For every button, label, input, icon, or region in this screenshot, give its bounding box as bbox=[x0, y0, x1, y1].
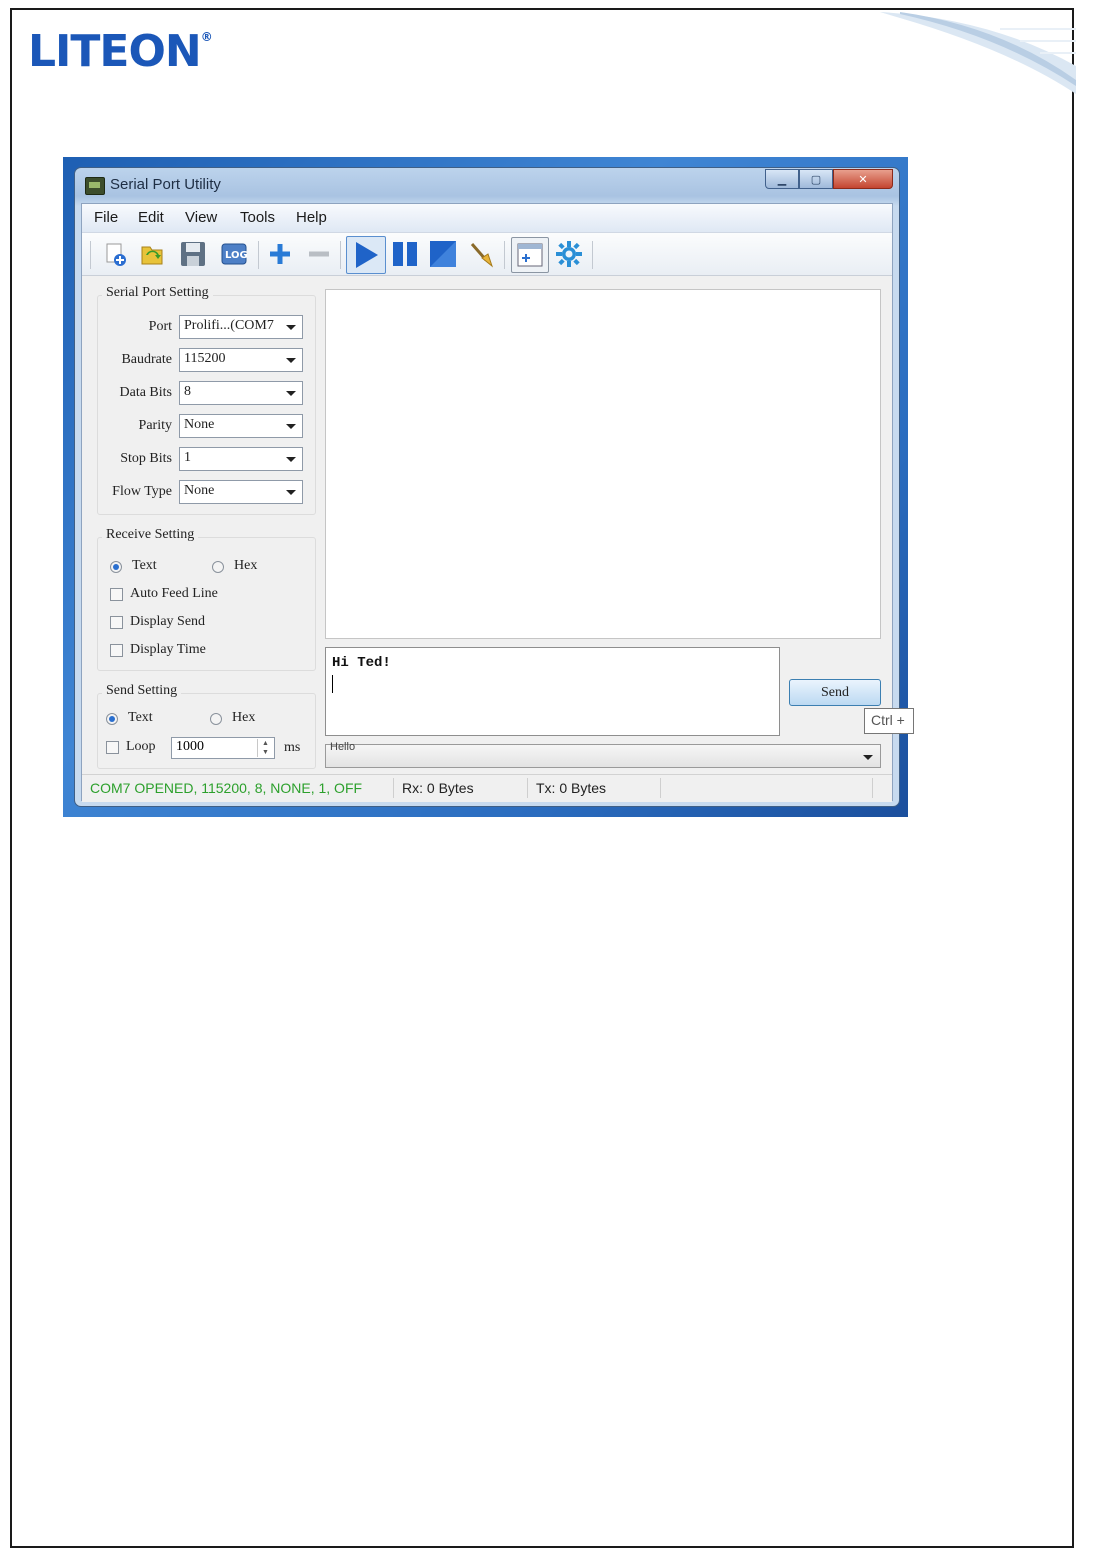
send-data-text: Hi Ted! bbox=[332, 655, 391, 671]
window-icon[interactable] bbox=[511, 237, 549, 273]
menu-file[interactable]: File bbox=[94, 209, 118, 226]
status-separator bbox=[872, 778, 873, 798]
loop-checkbox[interactable] bbox=[106, 741, 119, 754]
port-status-text: COM7 OPENED, 115200, 8, NONE, 1, OFF bbox=[90, 780, 363, 796]
baudrate-label: Baudrate bbox=[121, 352, 172, 367]
send-shortcut-tooltip: Ctrl + bbox=[864, 708, 914, 734]
send-history-value: Hello bbox=[330, 741, 356, 753]
rx-count-text: Rx: 0 Bytes bbox=[402, 780, 474, 796]
send-setting-title: Send Setting bbox=[102, 683, 182, 699]
flow-type-label: Flow Type bbox=[112, 484, 172, 499]
text-caret bbox=[332, 675, 333, 693]
menu-help[interactable]: Help bbox=[296, 209, 327, 226]
receive-hex-label: Hex bbox=[234, 558, 258, 573]
svg-text:LOG: LOG bbox=[225, 250, 248, 261]
liteon-logo: LITEON® bbox=[28, 26, 213, 77]
minimize-button[interactable]: ▁ bbox=[765, 169, 799, 189]
display-time-checkbox[interactable] bbox=[110, 644, 123, 657]
parity-select[interactable]: None bbox=[179, 414, 303, 438]
display-send-checkbox[interactable] bbox=[110, 616, 123, 629]
status-separator bbox=[393, 778, 394, 798]
chevron-down-icon bbox=[286, 325, 296, 330]
status-separator bbox=[527, 778, 528, 798]
chevron-down-icon bbox=[863, 755, 873, 760]
send-button[interactable]: Send bbox=[789, 679, 881, 706]
send-text-radio[interactable] bbox=[106, 713, 118, 725]
app-icon bbox=[85, 177, 105, 195]
save-icon[interactable] bbox=[178, 239, 208, 269]
receive-hex-radio[interactable] bbox=[212, 561, 224, 573]
send-text-label: Text bbox=[128, 710, 153, 725]
chevron-down-icon bbox=[286, 358, 296, 363]
stop-bits-select[interactable]: 1 bbox=[179, 447, 303, 471]
send-history-select[interactable]: Hello bbox=[325, 741, 881, 768]
new-icon[interactable] bbox=[100, 239, 130, 269]
display-send-label: Display Send bbox=[130, 614, 206, 629]
remove-icon[interactable] bbox=[304, 239, 334, 269]
toolbar-separator bbox=[258, 241, 259, 269]
port-label: Port bbox=[148, 319, 172, 334]
maximize-button[interactable]: ▢ bbox=[799, 169, 833, 189]
pause-icon[interactable] bbox=[390, 239, 420, 269]
clear-icon[interactable] bbox=[467, 239, 497, 269]
header-swoosh-decoration bbox=[880, 12, 1076, 94]
send-hex-label: Hex bbox=[232, 710, 256, 725]
stop-bits-label: Stop Bits bbox=[120, 451, 172, 466]
chevron-down-icon bbox=[286, 490, 296, 495]
receive-setting-title: Receive Setting bbox=[102, 527, 199, 543]
parity-label: Parity bbox=[138, 418, 172, 433]
window-title: Serial Port Utility bbox=[110, 176, 221, 193]
toolbar-separator bbox=[340, 241, 341, 269]
send-data-input[interactable]: Hi Ted! bbox=[325, 647, 780, 736]
title-bar[interactable]: Serial Port Utility ▁ ▢ ✕ bbox=[75, 168, 899, 202]
loop-label: Loop bbox=[126, 739, 156, 754]
tx-count-text: Tx: 0 Bytes bbox=[536, 780, 607, 796]
toolbar-separator bbox=[504, 241, 505, 269]
client-area: File Edit View Tools Help LOG Serial Por… bbox=[81, 203, 914, 802]
log-icon[interactable]: LOG bbox=[219, 239, 249, 269]
receive-text-radio[interactable] bbox=[110, 561, 122, 573]
toolbar: LOG bbox=[82, 233, 892, 276]
port-select[interactable]: Prolifi...(COM7 bbox=[179, 315, 303, 339]
menu-bar: File Edit View Tools Help bbox=[82, 204, 892, 233]
status-separator bbox=[660, 778, 661, 798]
status-bar: COM7 OPENED, 115200, 8, NONE, 1, OFF Rx:… bbox=[82, 774, 892, 802]
menu-view[interactable]: View bbox=[185, 209, 217, 226]
spinner-arrows-icon[interactable]: ▲ ▼ bbox=[257, 739, 273, 757]
auto-feed-line-checkbox[interactable] bbox=[110, 588, 123, 601]
send-hex-radio[interactable] bbox=[210, 713, 222, 725]
loop-interval-input[interactable]: 1000 ▲ ▼ bbox=[171, 737, 275, 759]
loop-unit-label: ms bbox=[284, 740, 301, 755]
data-bits-label: Data Bits bbox=[119, 385, 173, 400]
settings-icon[interactable] bbox=[554, 239, 584, 269]
data-bits-select[interactable]: 8 bbox=[179, 381, 303, 405]
app-window: Serial Port Utility ▁ ▢ ✕ File Edit View… bbox=[74, 167, 914, 807]
display-time-label: Display Time bbox=[130, 642, 206, 657]
receive-data-area[interactable] bbox=[325, 289, 881, 639]
toolbar-separator bbox=[592, 241, 593, 269]
play-icon[interactable] bbox=[346, 236, 386, 274]
flow-type-select[interactable]: None bbox=[179, 480, 303, 504]
chevron-down-icon bbox=[286, 391, 296, 396]
auto-feed-line-label: Auto Feed Line bbox=[130, 586, 218, 601]
toolbar-separator bbox=[90, 241, 91, 269]
menu-edit[interactable]: Edit bbox=[138, 209, 164, 226]
receive-text-label: Text bbox=[132, 558, 157, 573]
chevron-down-icon bbox=[286, 424, 296, 429]
baudrate-select[interactable]: 115200 bbox=[179, 348, 303, 372]
chevron-down-icon bbox=[286, 457, 296, 462]
open-icon[interactable] bbox=[137, 239, 167, 269]
close-button[interactable]: ✕ bbox=[833, 169, 893, 189]
menu-tools[interactable]: Tools bbox=[240, 209, 275, 226]
add-icon[interactable] bbox=[265, 239, 295, 269]
stop-icon[interactable] bbox=[428, 239, 458, 269]
serial-port-setting-title: Serial Port Setting bbox=[102, 285, 213, 301]
